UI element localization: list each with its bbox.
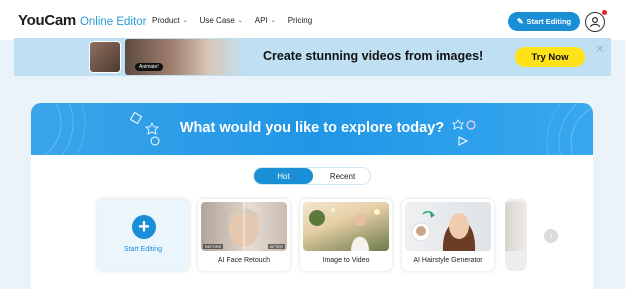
- explore-title: What would you like to explore today?: [179, 120, 445, 136]
- promo-headline: Create stunning videos from images!: [263, 49, 484, 63]
- chevron-right-icon: ›: [549, 231, 553, 241]
- notification-dot: [602, 10, 607, 15]
- magic-wand-icon: ✎: [516, 17, 524, 26]
- user-account-icon[interactable]: [585, 10, 607, 32]
- close-icon[interactable]: ×: [596, 41, 604, 56]
- hairstyle-thumbnail: [405, 202, 491, 251]
- person-in-garden: [309, 208, 380, 251]
- card-label: Start Editing: [123, 246, 163, 253]
- hairstyle-portrait: [411, 211, 476, 251]
- nav-use-case[interactable]: Use Case ⌄: [200, 16, 243, 25]
- animate-chip: Animate!: [135, 63, 163, 71]
- explore-panel: What would you like to explore today? Ho…: [31, 103, 593, 289]
- card-label: AI Hairstyle Generator: [413, 257, 483, 264]
- card-label: AI Face Retouch: [217, 257, 271, 264]
- chevron-down-icon: ⌄: [237, 18, 243, 24]
- before-tag: BEFORE: [203, 244, 224, 249]
- brand-name: YouCam: [18, 12, 76, 29]
- nav-api[interactable]: API ⌄: [255, 16, 276, 25]
- after-tag: AFTER: [267, 244, 285, 249]
- chevron-down-icon: ⌄: [182, 18, 188, 24]
- hot-recent-toggle: Hot Recent: [253, 167, 371, 185]
- brand-subtitle: Online Editor: [79, 16, 147, 28]
- person-icon: [589, 16, 601, 28]
- face-retouch-thumbnail: BEFORE AFTER: [201, 202, 287, 251]
- try-now-button[interactable]: Try Now: [515, 47, 585, 67]
- start-editing-card[interactable]: + Start Editing: [97, 199, 189, 271]
- ai-face-retouch-card[interactable]: BEFORE AFTER AI Face Retouch: [198, 199, 290, 271]
- chevron-down-icon: ⌄: [270, 18, 276, 24]
- nav-product[interactable]: Product ⌄: [152, 16, 188, 25]
- partial-thumbnail: [505, 202, 527, 251]
- image-to-video-card[interactable]: Image to Video: [300, 199, 392, 271]
- nav-pricing-label: Pricing: [287, 16, 313, 25]
- ai-hairstyle-generator-card[interactable]: AI Hairstyle Generator: [402, 199, 494, 271]
- main-nav: Product ⌄ Use Case ⌄ API ⌄ Pricing: [152, 16, 324, 25]
- explore-hero: What would you like to explore today?: [31, 103, 593, 155]
- start-editing-label: Start Editing: [526, 17, 572, 26]
- logo[interactable]: YouCam Online Editor: [18, 12, 146, 29]
- card-label: Image to Video: [322, 257, 370, 264]
- carousel-next-button[interactable]: ›: [544, 229, 558, 243]
- promo-photo-small: [89, 41, 121, 73]
- image-to-video-thumbnail: [303, 202, 389, 251]
- nav-api-label: API: [254, 16, 268, 25]
- promo-image: Animate!: [89, 39, 249, 75]
- plus-icon: +: [132, 215, 156, 239]
- top-header: YouCam Online Editor Product ⌄ Use Case …: [0, 0, 625, 40]
- tab-recent[interactable]: Recent: [313, 168, 372, 184]
- partial-next-card[interactable]: [505, 199, 527, 271]
- promo-banner[interactable]: Animate! Create stunning videos from ima…: [14, 38, 611, 76]
- nav-pricing[interactable]: Pricing: [288, 16, 312, 25]
- nav-product-label: Product: [152, 16, 180, 25]
- nav-use-case-label: Use Case: [199, 16, 235, 25]
- tab-hot[interactable]: Hot: [254, 168, 313, 184]
- start-editing-button[interactable]: ✎ Start Editing: [508, 12, 580, 31]
